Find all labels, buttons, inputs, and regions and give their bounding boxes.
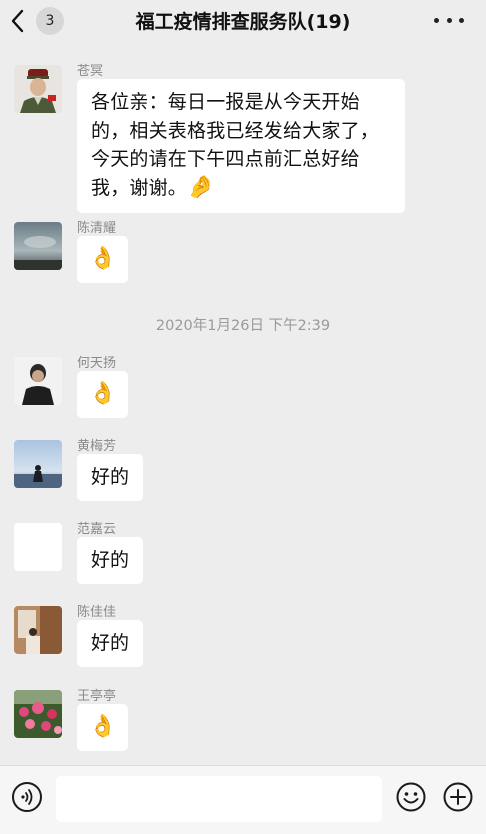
flower-field-avatar[interactable] <box>14 690 62 738</box>
wooden-room-avatar[interactable] <box>14 606 62 654</box>
back-button[interactable]: 3 <box>10 6 80 36</box>
pinched-hand-emoji: 🤌 <box>187 174 215 200</box>
sender-name: 陈佳佳 <box>77 605 117 620</box>
message-bubble[interactable]: 👌 <box>77 704 129 751</box>
sender-name: 黄梅芳 <box>77 439 117 454</box>
person-portrait-avatar[interactable] <box>14 357 62 405</box>
ok-hand-emoji: 👌 <box>89 714 117 739</box>
message-bubble[interactable]: 👌 <box>77 371 129 418</box>
message-bubble[interactable]: 好的 <box>77 537 144 584</box>
chat-input-bar <box>0 765 486 834</box>
message-bubble[interactable]: 👌 <box>77 236 129 283</box>
unread-count-badge: 3 <box>36 7 64 35</box>
message-text: 好的 <box>91 549 130 571</box>
message-bubble[interactable]: 各位亲：每日一报是从今天开始的，相关表格我已经发给大家了，今天的请在下午四点前汇… <box>77 79 405 213</box>
voice-icon[interactable] <box>12 782 42 812</box>
message-text: 各位亲：每日一报是从今天开始的，相关表格我已经发给大家了，今天的请在下午四点前汇… <box>91 91 380 199</box>
message-timestamp: 2020年1月26日 下午2:39 <box>155 318 331 334</box>
sender-name: 范嘉云 <box>77 522 117 537</box>
sender-name: 陈清耀 <box>77 221 117 236</box>
sky-landscape-avatar[interactable] <box>14 222 62 270</box>
message-text: 好的 <box>91 466 130 488</box>
message-bubble[interactable]: 好的 <box>77 454 144 501</box>
message-bubble[interactable]: 好的 <box>77 620 144 667</box>
ok-hand-emoji: 👌 <box>89 246 117 271</box>
chat-header: 3 福工疫情排查服务队(19) <box>0 0 486 42</box>
more-options-button[interactable] <box>434 8 464 32</box>
message-input[interactable] <box>56 776 382 822</box>
plus-icon[interactable] <box>443 782 473 812</box>
emoji-smile-icon[interactable] <box>396 782 426 812</box>
soldier-avatar[interactable] <box>14 65 62 113</box>
sender-name: 何天扬 <box>77 356 117 371</box>
sender-name: 苍冥 <box>77 64 104 79</box>
sender-name: 王亭亭 <box>77 689 117 704</box>
chevron-left-icon <box>10 6 32 36</box>
ellipsis-icon <box>434 17 439 23</box>
blank-avatar[interactable] <box>14 523 62 571</box>
beach-silhouette-avatar[interactable] <box>14 440 62 488</box>
message-text: 好的 <box>91 632 130 654</box>
ok-hand-emoji: 👌 <box>89 381 117 406</box>
